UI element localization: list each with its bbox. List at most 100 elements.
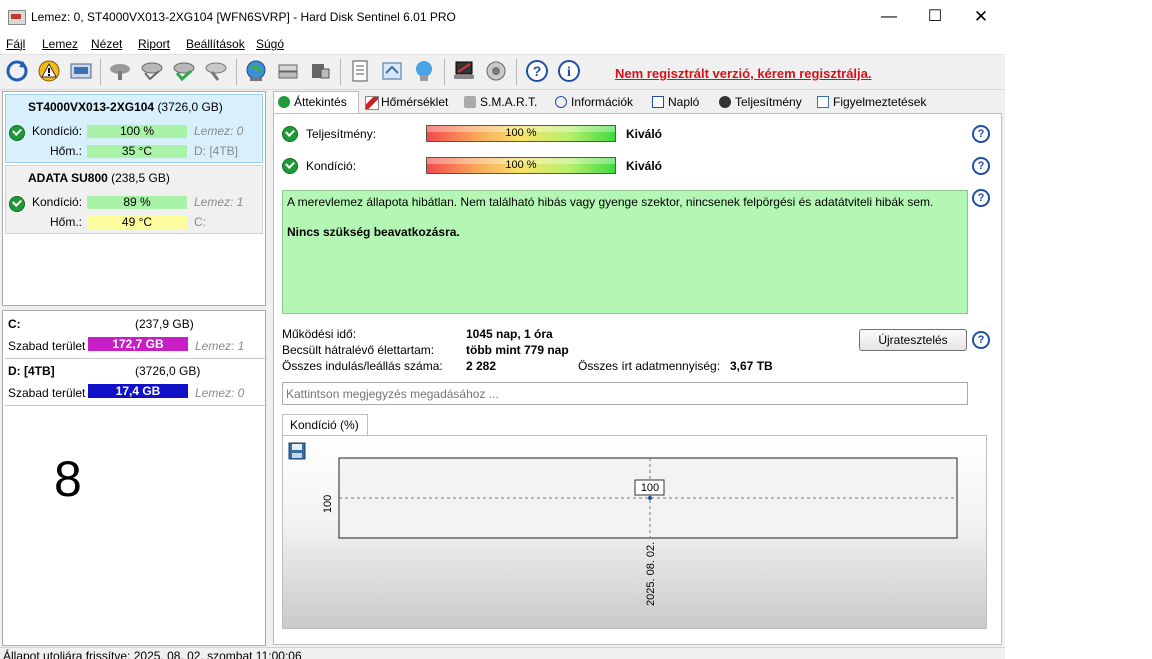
surface-test-icon[interactable] (140, 59, 164, 83)
start-stop-label: Összes indulás/leállás száma: (282, 359, 443, 373)
send-report-icon[interactable] (380, 59, 404, 83)
info-icon[interactable]: i (557, 59, 581, 83)
toolbar-separator (516, 59, 517, 85)
toolbar-separator (444, 59, 445, 85)
ok-check-icon (282, 126, 298, 142)
smart-icon (464, 96, 476, 108)
drive-ref: C: (194, 215, 206, 229)
data-point (648, 496, 652, 500)
overlay-number: 8 (54, 451, 82, 507)
close-button[interactable]: ✕ (958, 0, 1004, 34)
globe-icon[interactable] (244, 59, 268, 83)
temp-label: Hőm.: (50, 144, 83, 158)
menu-settings[interactable]: Beállítások (186, 37, 245, 51)
tab-alerts[interactable]: Figyelmeztetések (813, 92, 933, 112)
menu-file[interactable]: Fájl (6, 37, 25, 51)
toolbar-separator (236, 59, 237, 85)
status-box: A merevlemez állapota hibátlan. Nem talá… (282, 190, 968, 314)
disk-info-icon[interactable] (69, 59, 93, 83)
disk-ref: Lemez: 1 (194, 195, 244, 209)
condition-bar: 89 % (87, 196, 187, 209)
ok-check-icon (282, 158, 298, 174)
performance-value: 100 % (505, 127, 537, 139)
register-link[interactable]: Nem regisztrált verzió, kérem regisztrál… (615, 66, 872, 81)
disk-ref: Lemez: 0 (194, 124, 244, 138)
toolbar-separator (100, 59, 101, 85)
partition-size: (237,9 GB) (135, 317, 194, 331)
toolbar: ? i Nem regisztrált verzió, kérem regisz… (0, 55, 1005, 90)
total-written-value: 3,67 TB (730, 359, 773, 373)
email-icon[interactable] (412, 59, 436, 83)
ok-check-icon (9, 125, 25, 141)
maximize-button[interactable]: ☐ (912, 0, 958, 34)
performance-label: Teljesítmény: (306, 127, 377, 141)
free-space-label: Szabad terület (8, 339, 86, 353)
title-bar: Lemez: 0, ST4000VX013-2XG104 [WFN6SVRP] … (0, 0, 1005, 34)
help-icon[interactable]: ? (972, 157, 990, 175)
tab-label: S.M.A.R.T. (480, 95, 538, 109)
help-icon[interactable]: ? (972, 331, 990, 349)
ok-check-icon (9, 196, 25, 212)
window-title: Lemez: 0, ST4000VX013-2XG104 [WFN6SVRP] … (31, 10, 456, 24)
server-icon[interactable] (276, 59, 300, 83)
condition-rating: Kiváló (626, 159, 663, 173)
overview-panel: Teljesítmény: 100 % Kiváló ? Kondíció: 1… (273, 113, 1002, 645)
disk-ref: Lemez: 0 (195, 386, 245, 400)
tab-label: Napló (668, 95, 700, 109)
note-input[interactable] (282, 382, 968, 405)
disk-list: ST4000VX013-2XG104 (3726,0 GB) Kondíció:… (2, 91, 266, 306)
info-icon (555, 96, 567, 108)
retest-button[interactable]: Újratesztelés (859, 329, 967, 351)
help-icon[interactable]: ? (525, 59, 549, 83)
temp-label: Hőm.: (50, 215, 83, 229)
hdd-test-icon[interactable] (108, 59, 132, 83)
free-space-label: Szabad terület (8, 386, 86, 400)
menu-report[interactable]: Riport (138, 37, 170, 51)
log-icon (652, 96, 664, 108)
start-stop-value: 2 282 (466, 359, 497, 373)
drive-ref: D: [4TB] (194, 144, 239, 158)
menu-help[interactable]: Súgó (256, 37, 284, 51)
performance-rating: Kiváló (626, 127, 663, 141)
alerts-icon (817, 96, 829, 108)
partition-size: (3726,0 GB) (135, 364, 201, 378)
desktop-background (1005, 0, 1152, 659)
help-icon[interactable]: ? (972, 189, 990, 207)
disk-ref: Lemez: 1 (195, 339, 245, 353)
help-icon[interactable]: ? (972, 125, 990, 143)
condition-bar: 100 % (426, 157, 616, 174)
laptop-icon[interactable] (452, 59, 476, 83)
refresh-icon[interactable] (5, 59, 29, 83)
repair-icon[interactable] (204, 59, 228, 83)
partition-list: C: (237,9 GB) Szabad terület 172,7 GB Le… (2, 310, 267, 646)
condition-label: Kondíció: (32, 124, 83, 138)
thermometer-icon (365, 96, 379, 110)
menu-bar: Fájl Lemez Nézet Riport Beállítások Súgó (0, 34, 1005, 55)
chart-tab-condition[interactable]: Kondíció (%) (282, 414, 368, 436)
free-space-bar: 172,7 GB (88, 337, 188, 351)
network-drive-icon[interactable] (308, 59, 332, 83)
tab-performance[interactable]: Teljesítmény (715, 92, 807, 112)
self-test-icon[interactable] (172, 59, 196, 83)
partition-d[interactable]: D: [4TB] (3726,0 GB) Szabad terület 17,4… (5, 358, 267, 406)
sound-icon[interactable] (484, 59, 508, 83)
warning-icon[interactable] (37, 59, 61, 83)
ok-check-icon (278, 96, 290, 108)
tab-overview[interactable]: Áttekintés (273, 91, 359, 114)
condition-value: 100 % (505, 159, 537, 171)
condition-label: Kondíció: (306, 159, 357, 173)
minimize-button[interactable]: — (866, 0, 912, 34)
partition-name: D: [4TB] (8, 364, 55, 378)
menu-view[interactable]: Nézet (91, 37, 122, 51)
partition-c[interactable]: C: (237,9 GB) Szabad terület 172,7 GB Le… (5, 311, 267, 359)
menu-disk[interactable]: Lemez (42, 37, 78, 51)
temp-bar: 49 °C (87, 216, 187, 229)
disk-card-0[interactable]: ST4000VX013-2XG104 (3726,0 GB) Kondíció:… (5, 94, 263, 163)
tab-smart[interactable]: S.M.A.R.T. (460, 92, 546, 112)
tab-info[interactable]: Információk (551, 92, 641, 112)
tab-log[interactable]: Napló (648, 92, 710, 112)
report-icon[interactable] (348, 59, 372, 83)
tab-temperature[interactable]: Hőmérséklet (361, 92, 455, 112)
disk-card-1[interactable]: ADATA SU800 (238,5 GB) Kondíció: 89 % Le… (5, 165, 263, 234)
condition-chart-frame: 100 2025. 08. 02. 100 (282, 435, 987, 629)
